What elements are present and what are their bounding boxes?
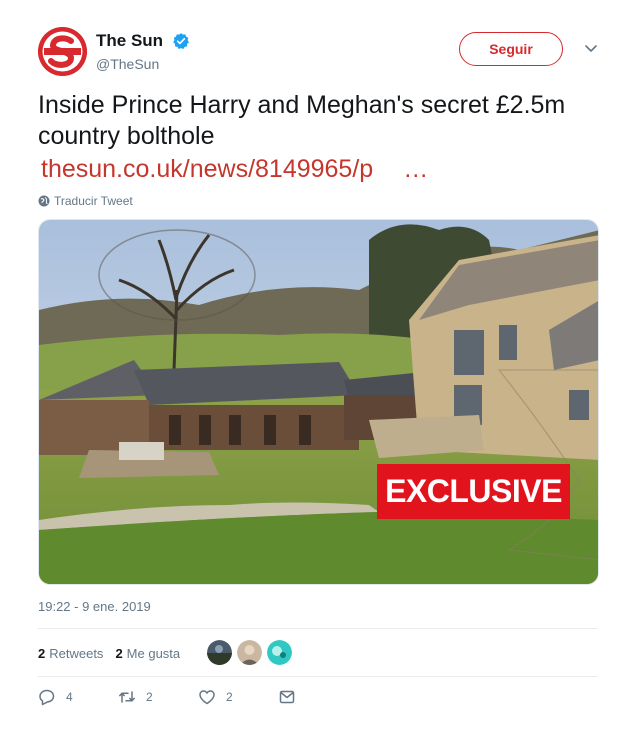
reply-icon <box>39 689 55 706</box>
tweet-stats: 2 Retweets 2 Me gusta <box>38 640 192 666</box>
country-house-photo <box>39 220 598 584</box>
tweet-timestamp[interactable]: 19:22 - 9 ene. 2019 <box>38 599 151 614</box>
liker-avatar[interactable] <box>237 640 262 665</box>
divider <box>38 676 598 677</box>
direct-message-button[interactable] <box>278 688 296 706</box>
retweets-count[interactable]: 2 <box>38 646 45 661</box>
divider <box>38 628 598 629</box>
like-button[interactable]: 2 <box>198 688 278 706</box>
retweets-label[interactable]: Retweets <box>49 646 103 661</box>
tweet-actions: 4 2 2 <box>38 688 296 706</box>
likes-label[interactable]: Me gusta <box>127 646 180 661</box>
retweet-count[interactable]: 2 <box>146 690 153 704</box>
tweet-header: The Sun @TheSun Seguir <box>38 27 603 79</box>
reply-button[interactable]: 4 <box>38 688 118 706</box>
account-name-block[interactable]: The Sun @TheSun <box>96 31 190 72</box>
translate-tweet-link[interactable]: Traducir Tweet <box>38 194 133 208</box>
direct-message-icon <box>279 690 295 704</box>
verified-badge-icon <box>172 33 189 49</box>
tweet-photo[interactable]: EXCLUSIVE <box>38 219 599 585</box>
chevron-down-icon[interactable] <box>584 44 598 54</box>
globe-icon <box>38 195 50 207</box>
liker-avatar[interactable] <box>267 640 292 665</box>
retweet-icon <box>119 691 135 703</box>
likes-stat[interactable]: 2 Me gusta <box>115 646 180 661</box>
reply-count[interactable]: 4 <box>66 690 73 704</box>
liker-avatars <box>207 640 297 665</box>
retweet-button[interactable]: 2 <box>118 688 198 706</box>
display-name[interactable]: The Sun <box>96 31 163 51</box>
exclusive-badge: EXCLUSIVE <box>377 464 570 519</box>
tweet-link-ellipsis[interactable]: … <box>403 155 428 183</box>
heart-icon <box>199 690 215 705</box>
like-count[interactable]: 2 <box>226 690 233 704</box>
the-sun-avatar[interactable] <box>38 27 87 76</box>
retweets-stat[interactable]: 2 Retweets <box>38 646 103 661</box>
tweet-link[interactable]: thesun.co.uk/news/8149965/p … <box>41 155 428 184</box>
likes-count[interactable]: 2 <box>115 646 122 661</box>
translate-label[interactable]: Traducir Tweet <box>54 194 133 208</box>
tweet-link-url[interactable]: thesun.co.uk/news/8149965/p <box>41 155 373 183</box>
follow-button[interactable]: Seguir <box>459 32 563 66</box>
account-handle[interactable]: @TheSun <box>96 56 190 72</box>
tweet-text: Inside Prince Harry and Meghan's secret … <box>38 91 566 150</box>
liker-avatar[interactable] <box>207 640 232 665</box>
